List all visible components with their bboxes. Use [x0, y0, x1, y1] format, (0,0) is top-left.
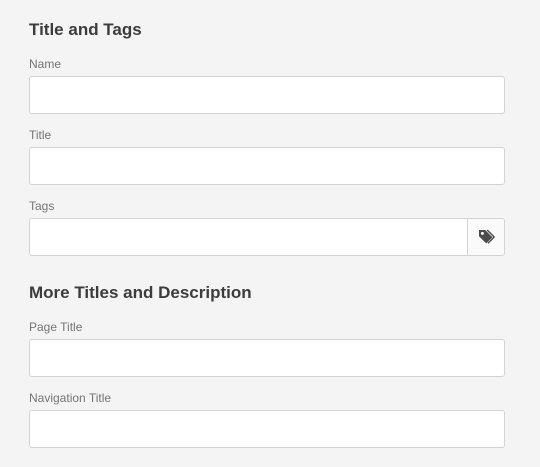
title-label: Title — [29, 128, 52, 142]
tag-picker-button[interactable] — [467, 219, 504, 255]
tags-input[interactable] — [30, 219, 467, 255]
navigation-title-input[interactable] — [29, 410, 505, 448]
title-input[interactable] — [29, 147, 505, 185]
tag-icon — [477, 228, 495, 246]
section-title-more-titles-and-description: More Titles and Description — [29, 283, 252, 302]
name-input[interactable] — [29, 76, 505, 114]
navigation-title-label: Navigation Title — [29, 391, 112, 405]
tags-field — [29, 218, 505, 256]
section-title-title-and-tags: Title and Tags — [29, 20, 142, 39]
page-title-label: Page Title — [29, 320, 83, 334]
tags-label: Tags — [29, 199, 55, 213]
name-label: Name — [29, 57, 62, 71]
page-title-input[interactable] — [29, 339, 505, 377]
